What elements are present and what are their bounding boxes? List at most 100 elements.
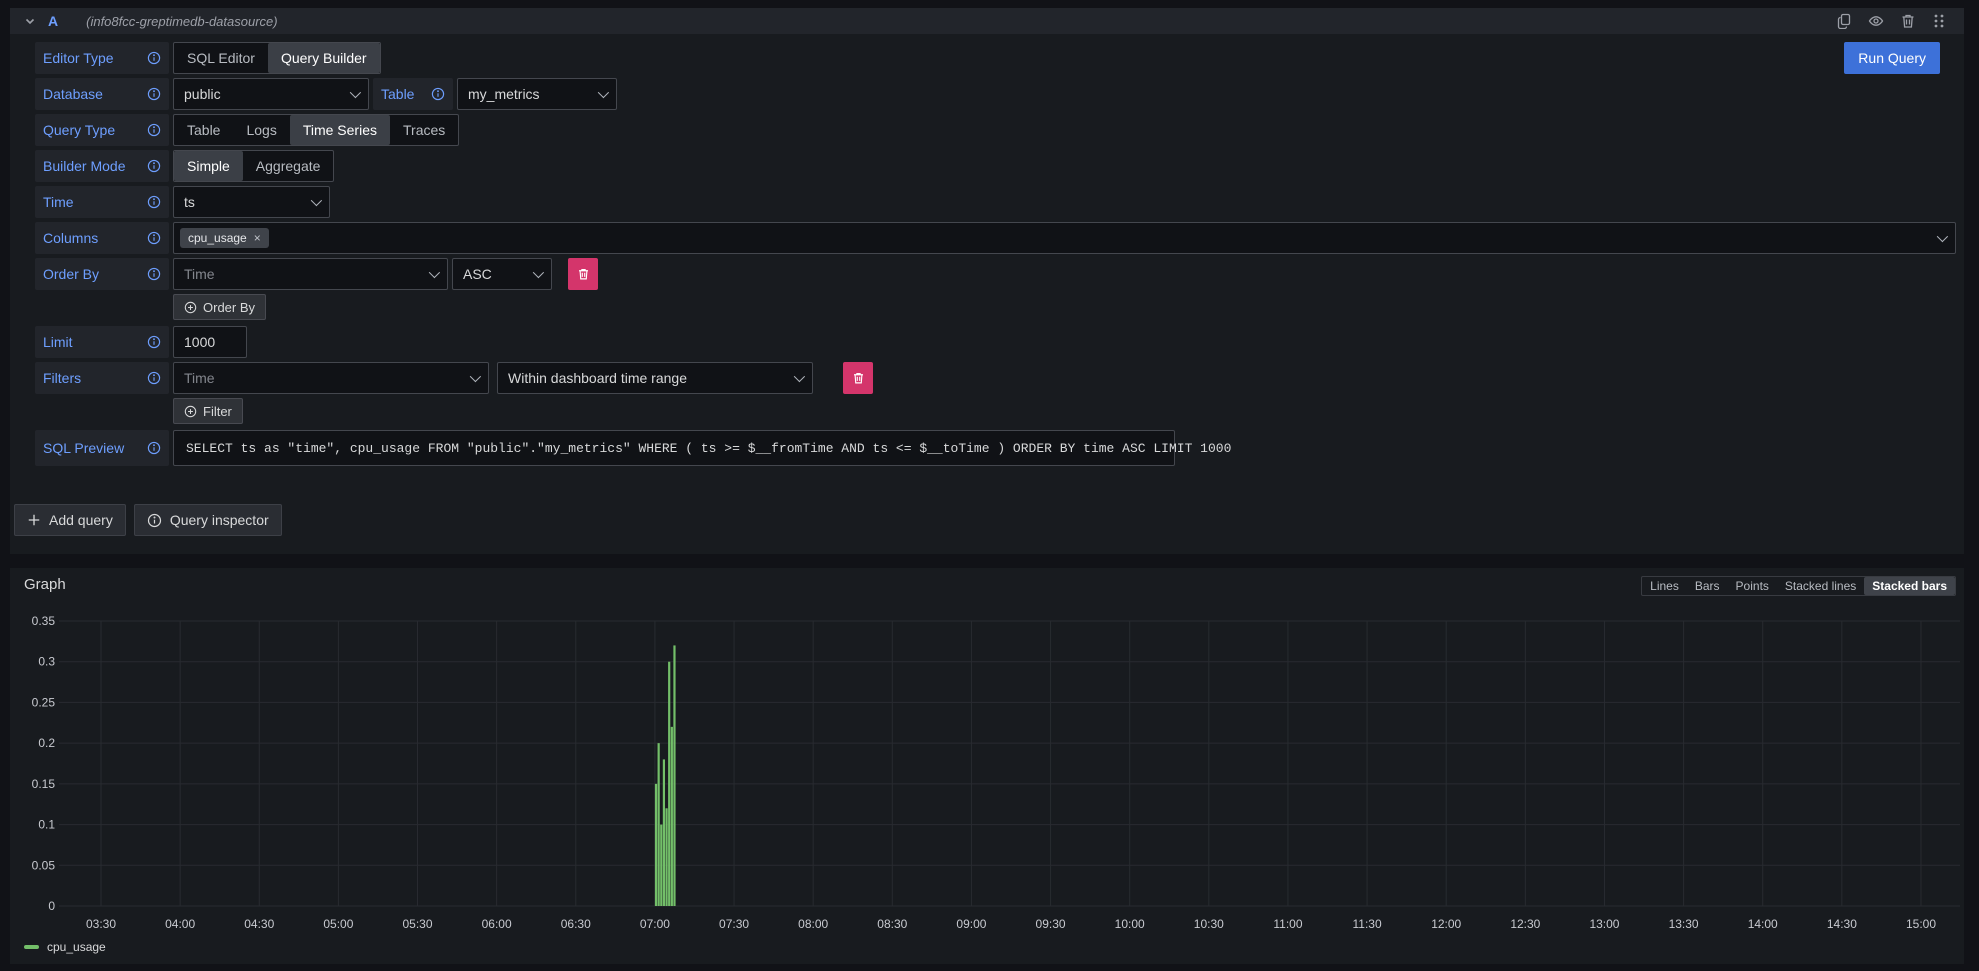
info-icon[interactable] xyxy=(147,231,161,245)
x-tick-label: 13:00 xyxy=(1589,917,1619,931)
query-inspector-button[interactable]: Query inspector xyxy=(134,504,282,536)
duplicate-query-icon[interactable] xyxy=(1836,13,1852,29)
option-aggregate[interactable]: Aggregate xyxy=(243,151,334,181)
info-icon[interactable] xyxy=(147,87,161,101)
x-tick-label: 04:30 xyxy=(244,917,274,931)
query-type-switcher: TableLogsTime SeriesTraces xyxy=(173,114,459,146)
legend-label: cpu_usage xyxy=(47,940,106,954)
chevron-down-icon xyxy=(470,371,481,382)
info-icon[interactable] xyxy=(147,335,161,349)
plus-circle-icon xyxy=(184,301,197,314)
time-row: Time ts xyxy=(35,186,1956,218)
order-by-direction-select[interactable]: ASC xyxy=(452,258,552,290)
column-tag-cpu_usage[interactable]: cpu_usage× xyxy=(180,228,269,248)
limit-label: Limit xyxy=(35,326,169,358)
builder-mode-switcher: SimpleAggregate xyxy=(173,150,334,182)
order-by-field-select[interactable]: Time xyxy=(173,258,448,290)
x-tick-label: 13:30 xyxy=(1669,917,1699,931)
builder-mode-row: Builder Mode SimpleAggregate xyxy=(35,150,1956,182)
option-stacked-lines[interactable]: Stacked lines xyxy=(1777,577,1864,595)
chevron-down-icon xyxy=(533,267,544,278)
option-logs[interactable]: Logs xyxy=(233,115,289,145)
bar-07:00 xyxy=(655,784,657,906)
chevron-down-icon xyxy=(1937,231,1948,242)
info-circle-icon xyxy=(147,513,162,528)
columns-label: Columns xyxy=(35,222,169,254)
add-order-by-row: Order By xyxy=(173,294,1956,320)
query-ref-id[interactable]: A xyxy=(48,13,58,29)
drag-handle-icon[interactable] xyxy=(1932,13,1948,29)
info-icon[interactable] xyxy=(147,51,161,65)
columns-multiselect[interactable]: cpu_usage× xyxy=(173,222,1956,254)
chevron-down-icon xyxy=(311,195,322,206)
info-icon[interactable] xyxy=(147,371,161,385)
x-tick-label: 12:30 xyxy=(1510,917,1540,931)
editor-footer: Add query Query inspector xyxy=(14,504,1964,536)
x-tick-label: 14:30 xyxy=(1827,917,1857,931)
x-tick-label: 10:30 xyxy=(1194,917,1224,931)
datasource-name: (info8fcc-greptimedb-datasource) xyxy=(86,14,277,29)
bar-07:05 xyxy=(668,662,670,906)
filters-label: Filters xyxy=(35,362,169,394)
x-tick-label: 11:00 xyxy=(1273,917,1302,931)
y-tick-label: 0.35 xyxy=(32,614,56,628)
collapse-chevron-icon[interactable] xyxy=(24,15,36,27)
add-filter-button[interactable]: Filter xyxy=(173,398,243,424)
y-tick-label: 0.15 xyxy=(32,777,56,791)
filter-condition-select[interactable]: Within dashboard time range xyxy=(497,362,813,394)
x-tick-label: 12:00 xyxy=(1431,917,1461,931)
info-icon[interactable] xyxy=(431,87,445,101)
remove-filter-button[interactable] xyxy=(843,362,873,394)
y-tick-label: 0.2 xyxy=(38,736,55,750)
order-by-label: Order By xyxy=(35,258,169,290)
option-time-series[interactable]: Time Series xyxy=(290,115,390,145)
option-simple[interactable]: Simple xyxy=(174,151,243,181)
option-traces[interactable]: Traces xyxy=(390,115,458,145)
info-icon[interactable] xyxy=(147,441,161,455)
add-order-by-button[interactable]: Order By xyxy=(173,294,266,320)
info-icon[interactable] xyxy=(147,159,161,173)
chevron-down-icon xyxy=(794,371,805,382)
timeseries-chart: 00.050.10.150.20.250.30.3503:3004:0004:3… xyxy=(10,568,1964,964)
sql-preview-label: SQL Preview xyxy=(35,430,169,466)
option-points[interactable]: Points xyxy=(1728,577,1777,595)
time-label: Time xyxy=(35,186,169,218)
option-stacked-bars[interactable]: Stacked bars xyxy=(1864,577,1955,595)
x-tick-label: 11:30 xyxy=(1353,917,1382,931)
bar-07:01 xyxy=(658,743,660,906)
info-icon[interactable] xyxy=(147,123,161,137)
x-tick-label: 03:30 xyxy=(86,917,116,931)
run-query-button[interactable]: Run Query xyxy=(1844,42,1940,74)
info-icon[interactable] xyxy=(147,195,161,209)
add-query-button[interactable]: Add query xyxy=(14,504,126,536)
delete-query-trash-icon[interactable] xyxy=(1900,13,1916,29)
remove-tag-icon[interactable]: × xyxy=(254,231,261,245)
chevron-down-icon xyxy=(350,87,361,98)
database-select[interactable]: public xyxy=(173,78,369,110)
toggle-visibility-eye-icon[interactable] xyxy=(1868,13,1884,29)
x-tick-label: 05:30 xyxy=(403,917,433,931)
limit-row: Limit xyxy=(35,326,1956,358)
legend-item-cpu-usage[interactable]: cpu_usage xyxy=(24,940,106,954)
option-query-builder[interactable]: Query Builder xyxy=(268,43,380,73)
info-icon[interactable] xyxy=(147,267,161,281)
x-tick-label: 07:30 xyxy=(719,917,749,931)
database-row: Database public Table my_metrics xyxy=(35,78,1956,110)
editor-type-label: Editor Type xyxy=(35,42,169,74)
option-lines[interactable]: Lines xyxy=(1642,577,1687,595)
bar-07:04 xyxy=(665,808,667,906)
table-label: Table xyxy=(373,78,453,110)
filter-field-select[interactable]: Time xyxy=(173,362,489,394)
time-column-select[interactable]: ts xyxy=(173,186,330,218)
limit-input[interactable] xyxy=(173,326,247,358)
bar-07:06 xyxy=(671,727,673,906)
x-tick-label: 07:00 xyxy=(640,917,670,931)
option-bars[interactable]: Bars xyxy=(1687,577,1728,595)
option-sql-editor[interactable]: SQL Editor xyxy=(174,43,268,73)
remove-order-by-button[interactable] xyxy=(568,258,598,290)
option-table[interactable]: Table xyxy=(174,115,233,145)
graph-mode-switcher: LinesBarsPointsStacked linesStacked bars xyxy=(1641,576,1956,596)
table-select[interactable]: my_metrics xyxy=(457,78,617,110)
x-tick-label: 08:30 xyxy=(877,917,907,931)
plus-icon xyxy=(27,513,41,527)
